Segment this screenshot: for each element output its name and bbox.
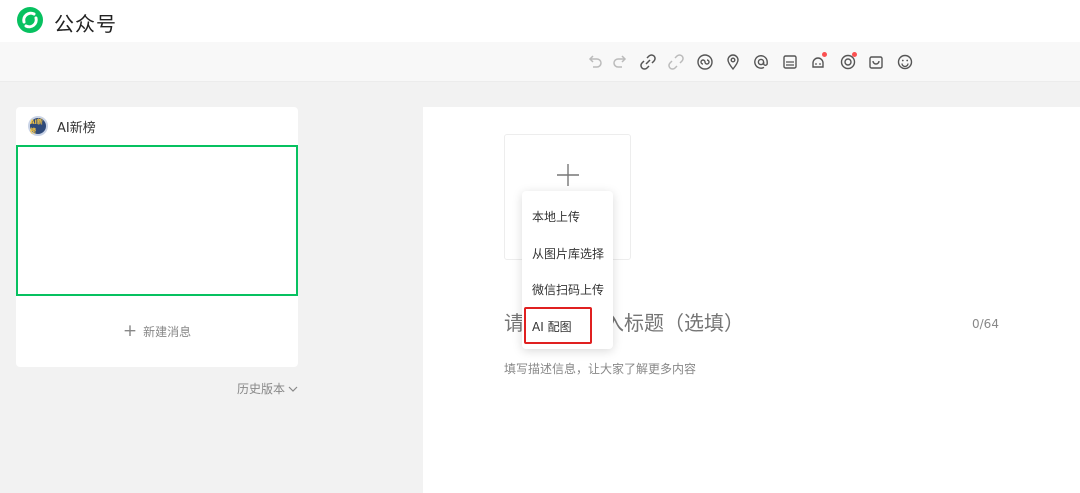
top-bar: 公众号 [0, 0, 1080, 42]
account-name: AI新榜 [57, 120, 96, 136]
avatar: AI新榜 [28, 116, 48, 136]
chevron-down-icon [288, 386, 298, 392]
menu-item-local-upload[interactable]: 本地上传 [532, 208, 580, 225]
product-icon[interactable] [866, 52, 886, 72]
editor-toolbar [0, 42, 1080, 82]
account-row: AI新榜 AI新榜 [28, 115, 96, 137]
mention-icon[interactable] [751, 52, 771, 72]
unlink-icon[interactable] [666, 52, 686, 72]
selected-article-slot[interactable] [16, 145, 298, 296]
location-icon[interactable] [723, 52, 743, 72]
menu-item-image-library[interactable]: 从图片库选择 [532, 245, 604, 262]
description-input[interactable]: 填写描述信息，让大家了解更多内容 [504, 360, 696, 377]
mini-program-icon[interactable] [695, 52, 715, 72]
title-counter: 0/64 [972, 317, 999, 331]
link-icon[interactable] [638, 52, 658, 72]
menu-item-wechat-scan-upload[interactable]: 微信扫码上传 [532, 281, 604, 298]
brand-title: 公众号 [54, 12, 117, 36]
wechat-official-logo-icon[interactable] [16, 6, 44, 34]
highlight-box [524, 307, 592, 344]
history-label: 历史版本 [237, 382, 286, 396]
redo-icon[interactable] [610, 52, 630, 72]
image-text-icon[interactable] [780, 52, 800, 72]
article-list-card: AI新榜 AI新榜 + 新建消息 [16, 107, 298, 367]
history-version-button[interactable]: 历史版本 [237, 380, 298, 397]
plus-icon [557, 164, 579, 186]
plus-icon: + [122, 320, 138, 341]
new-message-label: 新建消息 [143, 324, 192, 339]
video-icon[interactable] [808, 52, 828, 72]
audio-icon[interactable] [838, 52, 858, 72]
new-message-button[interactable]: + 新建消息 [16, 321, 298, 341]
undo-icon[interactable] [585, 52, 605, 72]
emoji-icon[interactable] [895, 52, 915, 72]
